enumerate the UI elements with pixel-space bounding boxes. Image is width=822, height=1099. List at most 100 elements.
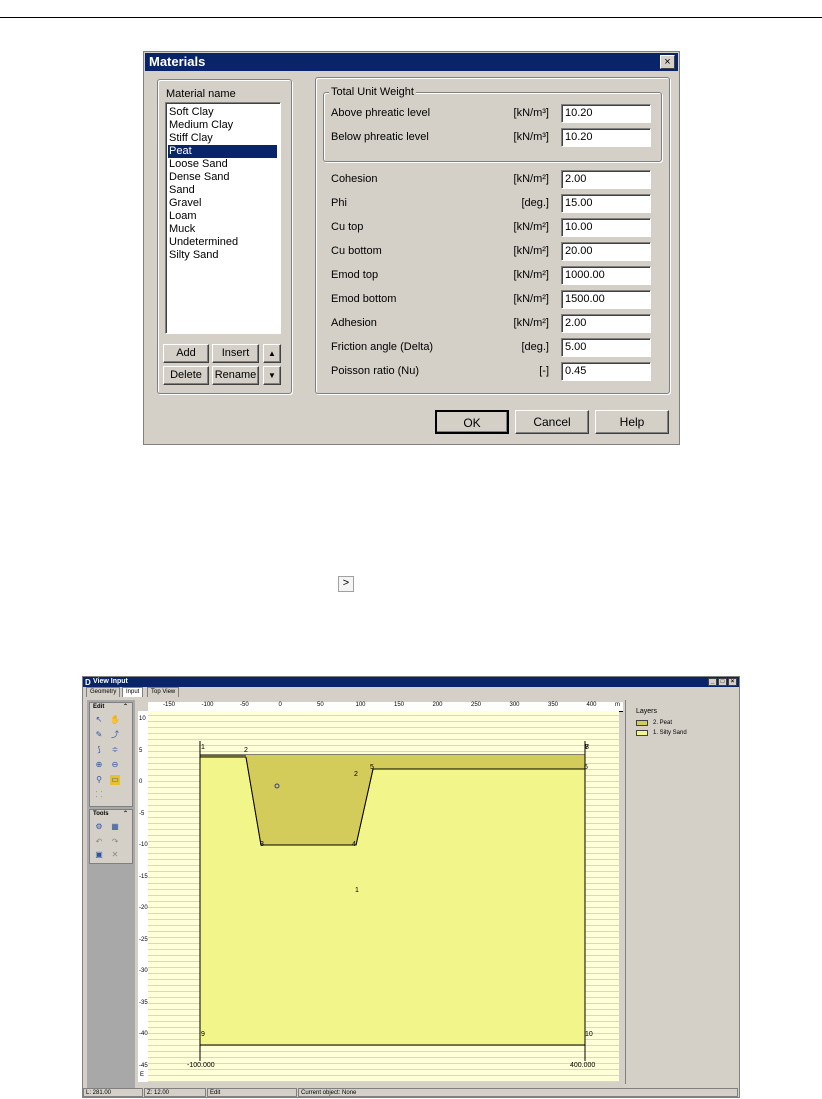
left-ruler-tick: -20 <box>139 905 148 911</box>
insert-button[interactable]: Insert <box>212 344 259 363</box>
ok-button[interactable]: OK <box>435 410 509 434</box>
material-list-item[interactable]: Loam <box>168 210 277 223</box>
left-ruler-tick: -10 <box>139 842 148 848</box>
draw-polyline-icon[interactable]: ⟆ <box>94 745 104 755</box>
property-unit: [kN/m²] <box>513 293 549 305</box>
maximize-icon: □ <box>720 679 725 685</box>
edit-palette-header[interactable]: Edit ⌃ <box>90 703 132 712</box>
property-value-field[interactable]: 1000.00 <box>561 266 651 285</box>
move-down-button[interactable]: ▼ <box>263 366 281 385</box>
property-unit: [kN/m²] <box>513 221 549 233</box>
property-value-field[interactable]: 20.00 <box>561 242 651 261</box>
maximize-button[interactable]: □ <box>718 678 727 686</box>
property-value-field[interactable]: 5.00 <box>561 338 651 357</box>
material-list-item[interactable]: Sand <box>168 184 277 197</box>
layers-panel: Layers 2. Peat 1. Silty Sand <box>625 700 738 1084</box>
cancel-button[interactable]: Cancel <box>515 410 589 434</box>
delete-icon[interactable]: ✕ <box>110 850 120 860</box>
property-label: Cu top <box>331 221 364 233</box>
property-unit: [kN/m²] <box>513 269 549 281</box>
next-arrow-button[interactable]: > <box>338 576 354 592</box>
property-value-field[interactable]: 2.00 <box>561 170 651 189</box>
zoom-rect-icon[interactable]: ▭ <box>110 775 120 785</box>
redo-icon[interactable]: ↷ <box>110 837 120 847</box>
property-value-field[interactable]: 15.00 <box>561 194 651 213</box>
delete-button[interactable]: Delete <box>163 366 209 385</box>
property-label: Adhesion <box>331 317 377 329</box>
close-icon: × <box>730 679 735 685</box>
minimize-button[interactable]: _ <box>708 678 717 686</box>
top-ruler-unit: m <box>615 702 620 708</box>
rename-button[interactable]: Rename <box>212 366 259 385</box>
property-value-field[interactable]: 10.20 <box>561 128 651 147</box>
view-input-title: View Input <box>93 678 128 685</box>
tab-geometry[interactable]: Geometry <box>86 687 121 697</box>
material-listbox[interactable]: Soft Clay Medium Clay Stiff Clay Peat Loose … <box>165 102 281 334</box>
add-button[interactable]: Add <box>163 344 209 363</box>
left-ruler-tick: 10 <box>139 716 146 722</box>
material-list-item[interactable]: Peat <box>168 145 277 158</box>
help-button[interactable]: Help <box>595 410 669 434</box>
phreatic-line-icon[interactable]: ≑ <box>110 745 120 755</box>
pan-hand-icon[interactable]: ✋ <box>110 715 120 725</box>
dialog-title: Materials <box>149 54 206 69</box>
material-list-item[interactable]: Silty Sand <box>168 249 277 262</box>
zoom-limits-icon[interactable]: ⚲ <box>94 775 104 785</box>
point-label: 5 <box>370 764 374 771</box>
grid-icon[interactable]: ▦ <box>110 822 120 832</box>
layer-swatch[interactable] <box>636 730 648 736</box>
property-value-field[interactable]: 10.20 <box>561 104 651 123</box>
material-list-item[interactable]: Medium Clay <box>168 119 277 132</box>
property-unit: [deg.] <box>521 197 549 209</box>
property-value-field[interactable]: 10.00 <box>561 218 651 237</box>
left-ruler-tick: -5 <box>139 810 145 817</box>
property-unit: [deg.] <box>521 341 549 353</box>
left-ruler-tick: -35 <box>139 999 148 1006</box>
measure-icon[interactable]: ⸬ <box>94 790 104 800</box>
property-value-field[interactable]: 1500.00 <box>561 290 651 309</box>
draw-point-icon[interactable]: ✎ <box>94 730 104 740</box>
tools-palette-header[interactable]: Tools ⌃ <box>90 810 132 819</box>
top-ruler-tick: 150 <box>394 702 405 708</box>
property-label: Cu bottom <box>331 245 382 257</box>
property-value-field[interactable]: 2.00 <box>561 314 651 333</box>
top-ruler-tick: 50 <box>317 702 324 708</box>
move-up-button[interactable]: ▲ <box>263 344 281 363</box>
chevron-right-icon: > <box>342 577 350 589</box>
property-label: Above phreatic level <box>331 107 431 119</box>
material-list-item[interactable]: Soft Clay <box>168 106 277 119</box>
status-z: Z: 12.00 <box>144 1088 206 1097</box>
material-list-item[interactable]: Gravel <box>168 197 277 210</box>
layer-number-label: 2 <box>354 771 358 778</box>
edit-palette: Edit ⌃ ↖ ✋ ✎ ⤴ ⟆ ≑ ⊕ ⊖ ⚲ ▭ ⸬ <box>89 702 133 807</box>
top-ruler-tick: -50 <box>240 702 249 708</box>
material-list-item[interactable]: Muck <box>168 223 277 236</box>
top-ruler-tick: 0 <box>278 702 282 708</box>
property-value-field[interactable]: 0.45 <box>561 362 651 381</box>
point-label: 3 <box>260 841 264 848</box>
window-close-button[interactable]: × <box>728 678 737 686</box>
layer-swatch[interactable] <box>636 720 648 726</box>
peat-layer-top <box>246 755 585 757</box>
material-list-item[interactable]: Stiff Clay <box>168 132 277 145</box>
top-ruler-tick: 250 <box>471 702 482 708</box>
select-pointer-icon[interactable]: ↖ <box>94 715 104 725</box>
undo-icon[interactable]: ↶ <box>94 837 104 847</box>
material-list-item[interactable]: Dense Sand <box>168 171 277 184</box>
tab-input[interactable]: Input <box>122 687 144 697</box>
left-ruler-tick: -25 <box>139 936 148 943</box>
minimize-icon: _ <box>710 679 715 685</box>
property-unit: [kN/m³] <box>513 107 549 119</box>
close-button[interactable]: × <box>660 55 675 69</box>
material-list-item[interactable]: Undetermined <box>168 236 277 249</box>
zoom-in-icon[interactable]: ⊕ <box>94 760 104 770</box>
image-icon[interactable]: ▣ <box>94 850 104 860</box>
view-input-titlebar: D View Input _ □ × <box>83 677 739 687</box>
zoom-out-icon[interactable]: ⊖ <box>110 760 120 770</box>
material-list-item[interactable]: Loose Sand <box>168 158 277 171</box>
geometry-canvas[interactable]: 1 2 3 4 5 6 7 8 9 10 2 1 -100.000 400.00… <box>148 711 619 1082</box>
tab-top-view[interactable]: Top View <box>147 687 180 697</box>
properties-icon[interactable]: ⚙ <box>94 822 104 832</box>
draw-line-icon[interactable]: ⤴ <box>110 730 120 740</box>
layer-name: 1. Silty Sand <box>653 730 687 736</box>
